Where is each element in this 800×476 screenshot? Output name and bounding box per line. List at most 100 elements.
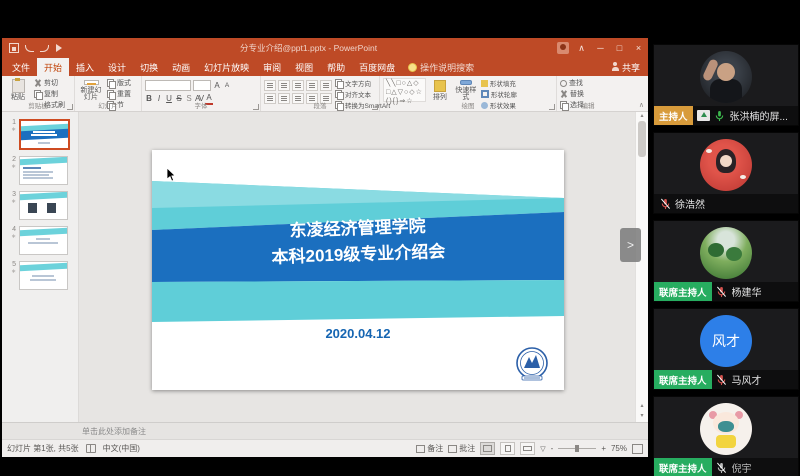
- slide-number: 3: [12, 191, 16, 198]
- close-button[interactable]: ×: [629, 38, 648, 58]
- participant-tile-cohost[interactable]: 联席主持人 杨建华: [653, 220, 799, 302]
- participant-tile[interactable]: 徐浩然: [653, 132, 799, 214]
- cohost-badge: 联席主持人: [654, 282, 712, 301]
- vertical-scrollbar[interactable]: ▴ ▴ ▾: [635, 112, 648, 422]
- layout-button[interactable]: 版式: [107, 78, 131, 88]
- tab-help[interactable]: 帮助: [320, 58, 352, 76]
- previous-slide-button[interactable]: ▴: [640, 402, 643, 409]
- thumbnail-slide-5[interactable]: [19, 261, 68, 290]
- notes-toggle[interactable]: 备注: [416, 443, 443, 454]
- undo-icon[interactable]: [24, 43, 34, 53]
- tab-transitions[interactable]: 切换: [133, 58, 165, 76]
- window-controls: ∧ ─ □ ×: [553, 38, 648, 58]
- save-icon[interactable]: [9, 43, 19, 53]
- zoom-slider-knob[interactable]: [575, 445, 579, 452]
- increase-indent-icon[interactable]: [306, 80, 318, 91]
- thumbnail-slide-2[interactable]: [19, 156, 68, 185]
- drawing-dialog-launcher[interactable]: [549, 104, 555, 110]
- tab-home[interactable]: 开始: [37, 58, 69, 76]
- minimize-button[interactable]: ─: [591, 38, 610, 58]
- spellcheck-icon[interactable]: [86, 444, 96, 453]
- reset-button[interactable]: 重置: [107, 89, 131, 99]
- slide-sorter-view-button[interactable]: [500, 442, 515, 455]
- tab-view[interactable]: 视图: [288, 58, 320, 76]
- copy-button[interactable]: 复制: [34, 89, 65, 99]
- thumbnail-slide-1[interactable]: [19, 119, 70, 150]
- fit-to-window-icon[interactable]: [632, 444, 643, 454]
- quick-styles-button[interactable]: 快速样式: [454, 78, 478, 102]
- panel-collapse-toggle[interactable]: >: [620, 228, 641, 262]
- thumbnail-slide-3[interactable]: [19, 191, 68, 220]
- decrease-indent-icon[interactable]: [292, 80, 304, 91]
- tab-baidu-netdisk[interactable]: 百度网盘: [352, 58, 402, 76]
- collapse-ribbon-icon[interactable]: ∧: [639, 101, 644, 109]
- shape-fill-button[interactable]: 形状填充: [481, 78, 517, 88]
- numbering-icon[interactable]: [278, 80, 290, 91]
- tab-file[interactable]: 文件: [5, 58, 37, 76]
- screen-share-icon: [697, 110, 710, 121]
- notes-pane[interactable]: 单击此处添加备注: [2, 422, 648, 439]
- mic-on-icon: [714, 110, 726, 122]
- tab-animations[interactable]: 动画: [165, 58, 197, 76]
- tell-me-search[interactable]: 操作说明搜索: [402, 58, 480, 76]
- find-button[interactable]: 查找: [560, 78, 584, 88]
- bullets-icon[interactable]: [264, 80, 276, 91]
- normal-view-button[interactable]: [480, 442, 495, 455]
- thumbnail-row: 2∗: [7, 156, 74, 185]
- mic-muted-icon: [659, 198, 671, 210]
- comments-toggle[interactable]: 批注: [448, 443, 475, 454]
- clipboard-dialog-launcher[interactable]: [67, 104, 73, 110]
- next-slide-button[interactable]: ▾: [640, 412, 643, 419]
- font-dialog-launcher[interactable]: [253, 104, 259, 110]
- tab-review[interactable]: 审阅: [256, 58, 288, 76]
- arrange-button[interactable]: 排列: [429, 78, 451, 102]
- zoom-out-button[interactable]: -: [551, 444, 554, 453]
- shrink-font-button[interactable]: A: [223, 81, 231, 91]
- comments-filter-icon[interactable]: ▽: [540, 445, 545, 453]
- zoom-level[interactable]: 75%: [611, 444, 627, 453]
- group-drawing: ╲╲□○△◇ □△▽○◇☆ (){}⇒☆ 排列 快速样式 形状填充 形状轮廓 形…: [380, 76, 557, 111]
- participant-name: 马风才: [732, 372, 762, 387]
- comments-icon: [448, 445, 457, 453]
- font-name-combobox[interactable]: [145, 80, 191, 91]
- scissors-icon: [34, 79, 42, 87]
- grow-font-button[interactable]: A: [213, 81, 221, 91]
- zoom-in-button[interactable]: +: [601, 444, 606, 453]
- line-spacing-icon[interactable]: [320, 80, 332, 91]
- share-button[interactable]: 共享: [604, 58, 648, 76]
- ribbon-display-options-icon[interactable]: ∧: [572, 38, 591, 58]
- new-slide-button[interactable]: 新建幻灯片: [78, 78, 104, 102]
- participant-namebar: 联席主持人 马风才: [654, 370, 798, 389]
- cut-button[interactable]: 剪切: [34, 78, 65, 88]
- replace-button[interactable]: 替换: [560, 89, 584, 99]
- paragraph-dialog-launcher[interactable]: [372, 104, 378, 110]
- avatar: 风才: [700, 315, 752, 367]
- scrollbar-thumb[interactable]: [638, 121, 646, 157]
- reading-view-button[interactable]: [520, 442, 535, 455]
- status-bar: 幻灯片 第1张, 共5张 中文(中国) 备注 批注 ▽ - + 75%: [2, 439, 648, 457]
- redo-icon[interactable]: [39, 43, 49, 53]
- zoom-slider[interactable]: [558, 448, 596, 449]
- font-size-combobox[interactable]: [193, 80, 211, 91]
- participant-tile-cohost[interactable]: 风才 联席主持人 马风才: [653, 308, 799, 390]
- participant-tile-host[interactable]: 主持人 张洪楠的屏...: [653, 44, 799, 126]
- slideshow-icon[interactable]: [54, 43, 64, 53]
- tab-insert[interactable]: 插入: [69, 58, 101, 76]
- tab-slideshow[interactable]: 幻灯片放映: [197, 58, 256, 76]
- arrange-icon: [434, 80, 446, 92]
- slide-canvas[interactable]: 东凌经济管理学院 本科2019级专业介绍会 2020.04.12: [152, 150, 564, 390]
- account-avatar[interactable]: [553, 38, 572, 58]
- find-icon: [560, 80, 567, 87]
- participant-tile-cohost[interactable]: 联席主持人 倪宇: [653, 396, 799, 476]
- paste-button[interactable]: 粘贴: [5, 78, 31, 102]
- tab-design[interactable]: 设计: [101, 58, 133, 76]
- shapes-gallery[interactable]: ╲╲□○△◇ □△▽○◇☆ (){}⇒☆: [383, 78, 426, 102]
- thumbnail-slide-4[interactable]: [19, 226, 68, 255]
- scroll-up-icon[interactable]: ▴: [640, 112, 643, 119]
- language-indicator[interactable]: 中文(中国): [103, 443, 140, 454]
- shape-outline-button[interactable]: 形状轮廓: [481, 89, 517, 99]
- participant-name: 徐浩然: [675, 196, 705, 211]
- maximize-button[interactable]: □: [610, 38, 629, 58]
- participant-namebar: 联席主持人 倪宇: [654, 458, 798, 476]
- group-font: A A B I U S S AV A 字体: [142, 76, 261, 111]
